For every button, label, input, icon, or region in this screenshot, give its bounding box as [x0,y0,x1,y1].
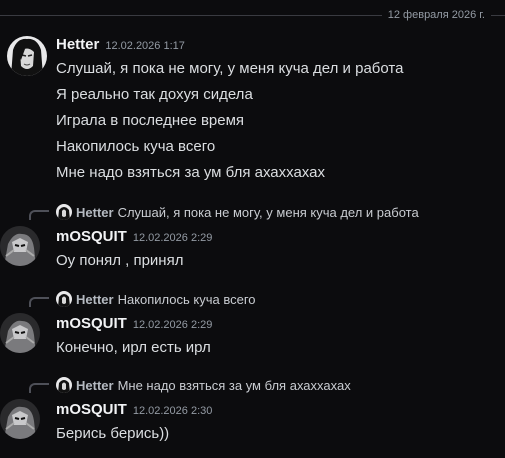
reply-text[interactable]: Накопилось куча всего [118,292,256,307]
message-header: mOSQUIT 12.02.2026 2:29 [56,226,499,248]
username[interactable]: mOSQUIT [56,228,127,245]
message-text: Играла в последнее время [56,112,245,129]
message-text: Накопилось куча всего [56,138,216,155]
avatar-mosquit-icon[interactable] [0,399,40,439]
timestamp: 12.02.2026 2:29 [132,319,213,331]
message-text: Слушай, я пока не могу, у меня куча дел … [56,60,404,77]
message-text: Оу понял , принял [56,252,184,269]
timestamp: 12.02.2026 2:30 [132,405,213,417]
message-text: Мне надо взяться за ум бля ахаххахах [56,164,325,181]
username[interactable]: mOSQUIT [56,315,127,332]
username[interactable]: Hetter [56,36,99,53]
message-text: Берись берись)) [56,425,170,442]
reply-reference[interactable]: Hetter Накопилось куча всего [56,291,256,309]
reply-spine [29,297,49,307]
message-text: Конечно, ирл есть ирл [56,339,211,356]
reply-reference[interactable]: Hetter Слушай, я пока не могу, у меня куч… [56,204,419,222]
message-header: mOSQUIT 12.02.2026 2:29 [56,313,499,335]
reply-spine [29,210,49,220]
reply-text[interactable]: Слушай, я пока не могу, у меня куча дел … [118,205,419,220]
reply-author[interactable]: Hetter [76,292,114,307]
message-header: Hetter 12.02.2026 1:17 [56,34,499,56]
date-divider-label: 12 февраля 2026 г. [381,8,491,22]
reply-reference[interactable]: Hetter Мне надо взяться за ум бля ахаххах… [56,377,351,395]
reply-text[interactable]: Мне надо взяться за ум бля ахаххахах [118,378,351,393]
avatar-mosquit-icon[interactable] [0,313,40,353]
message-text: Я реально так дохуя сидела [56,86,253,103]
reply-spine [29,383,49,393]
timestamp: 12.02.2026 1:17 [105,40,185,52]
reply-author[interactable]: Hetter [76,205,114,220]
avatar-mosquit-icon[interactable] [0,226,40,266]
reply-avatar-icon [56,204,72,220]
date-divider: 12 февраля 2026 г. [0,8,505,22]
message-group-hetter: Hetter 12.02.2026 1:17 Слушай, я пока не … [0,34,505,184]
username[interactable]: mOSQUIT [56,401,127,418]
reply-avatar-icon [56,291,72,307]
message-group-mosquit-3: Hetter Мне надо взяться за ум бля ахаххах… [0,377,505,449]
message-header: mOSQUIT 12.02.2026 2:30 [56,399,499,421]
timestamp: 12.02.2026 2:29 [132,232,213,244]
reply-avatar-icon [56,377,72,393]
reply-author[interactable]: Hetter [76,378,114,393]
avatar-hetter-icon[interactable] [7,36,47,76]
message-group-mosquit-1: Hetter Слушай, я пока не могу, у меня куч… [0,204,505,276]
message-group-mosquit-2: Hetter Накопилось куча всего mOSQUIT 12.02… [0,291,505,363]
